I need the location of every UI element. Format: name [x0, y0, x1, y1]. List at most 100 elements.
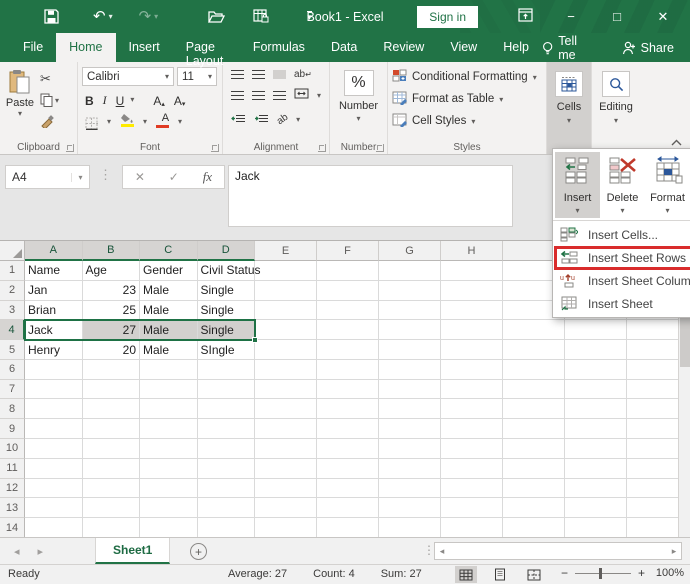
- editing-dropdown-icon[interactable]: ▾: [614, 116, 618, 125]
- cell-C5[interactable]: Male: [140, 340, 198, 360]
- cell-D12[interactable]: [198, 479, 256, 499]
- cell-B1[interactable]: Age: [83, 261, 141, 281]
- format-cells-button[interactable]: Format▾: [645, 152, 690, 218]
- merge-dropdown-icon[interactable]: ▾: [317, 91, 321, 100]
- style-dropdown-icon[interactable]: ▾: [499, 95, 503, 104]
- cell-H5[interactable]: [441, 340, 503, 360]
- cell-F8[interactable]: [317, 399, 379, 419]
- increase-font-size-icon[interactable]: A▴: [150, 91, 168, 108]
- borders-icon[interactable]: [82, 113, 101, 130]
- horizontal-scrollbar[interactable]: ◂ ▸: [434, 542, 682, 560]
- cell-E6[interactable]: [255, 360, 317, 380]
- merge-center-icon[interactable]: [294, 86, 309, 104]
- cell-B10[interactable]: [83, 439, 141, 459]
- cell-A13[interactable]: [25, 498, 83, 518]
- paste-button[interactable]: Paste ▾: [0, 66, 40, 154]
- table-lock-icon[interactable]: [253, 9, 269, 24]
- next-sheet-icon[interactable]: ▸: [38, 545, 44, 558]
- zoom-slider[interactable]: [575, 573, 631, 574]
- cell-G10[interactable]: [379, 439, 441, 459]
- cell-G11[interactable]: [379, 459, 441, 479]
- cell-G2[interactable]: [379, 281, 441, 301]
- cell-C7[interactable]: [140, 380, 198, 400]
- tab-formulas[interactable]: Formulas: [240, 33, 318, 62]
- cell-H11[interactable]: [441, 459, 503, 479]
- cell-B7[interactable]: [83, 380, 141, 400]
- cell-D10[interactable]: [198, 439, 256, 459]
- cell-G7[interactable]: [379, 380, 441, 400]
- cell-A11[interactable]: [25, 459, 83, 479]
- tab-insert[interactable]: Insert: [116, 33, 173, 62]
- cell-C4[interactable]: Male: [140, 320, 198, 340]
- cell-A4[interactable]: Jack: [25, 320, 83, 340]
- cell-D6[interactable]: [198, 360, 256, 380]
- tab-view[interactable]: View: [437, 33, 490, 62]
- align-left-icon[interactable]: [231, 91, 244, 100]
- cell-H7[interactable]: [441, 380, 503, 400]
- cell-G1[interactable]: [379, 261, 441, 281]
- cell-A6[interactable]: [25, 360, 83, 380]
- row-header-5[interactable]: 5: [0, 340, 25, 360]
- cell-C13[interactable]: [140, 498, 198, 518]
- zoom-in-icon[interactable]: +: [638, 566, 645, 580]
- cell-A8[interactable]: [25, 399, 83, 419]
- cell-E8[interactable]: [255, 399, 317, 419]
- delete-cells-button[interactable]: Delete▾: [600, 152, 645, 218]
- number-group-label-button[interactable]: Number: [339, 100, 378, 112]
- cell-F9[interactable]: [317, 419, 379, 439]
- save-icon[interactable]: [44, 9, 59, 24]
- cell-B12[interactable]: [83, 479, 141, 499]
- cell-H12[interactable]: [441, 479, 503, 499]
- copy-icon[interactable]: ▾: [40, 92, 59, 108]
- cell-D13[interactable]: [198, 498, 256, 518]
- cell-H14[interactable]: [441, 518, 503, 538]
- cell-H2[interactable]: [441, 281, 503, 301]
- style-dropdown-icon[interactable]: ▾: [471, 117, 475, 126]
- font-color-icon[interactable]: A: [153, 113, 172, 130]
- percent-style-button[interactable]: %: [344, 70, 374, 96]
- cell-C10[interactable]: [140, 439, 198, 459]
- bold-button[interactable]: B: [82, 91, 97, 108]
- cell-A3[interactable]: Brian: [25, 301, 83, 321]
- cell-E13[interactable]: [255, 498, 317, 518]
- number-dropdown-icon[interactable]: ▾: [356, 114, 360, 123]
- cell-F14[interactable]: [317, 518, 379, 538]
- increase-indent-icon[interactable]: [254, 110, 269, 128]
- tab-home[interactable]: Home: [56, 33, 115, 62]
- cell-D11[interactable]: [198, 459, 256, 479]
- zoom-slider-thumb[interactable]: [599, 568, 602, 579]
- cell-F13[interactable]: [317, 498, 379, 518]
- row-header-3[interactable]: 3: [0, 301, 25, 321]
- style-button-format-as-table[interactable]: Format as Table▾: [392, 88, 546, 110]
- cell-D7[interactable]: [198, 380, 256, 400]
- row-header-4[interactable]: 4: [0, 320, 25, 340]
- cell-H3[interactable]: [441, 301, 503, 321]
- close-button[interactable]: ✕: [648, 9, 678, 25]
- cell-B6[interactable]: [83, 360, 141, 380]
- alignment-dialog-launcher-icon[interactable]: [318, 144, 326, 152]
- ribbon-display-options-icon[interactable]: [510, 8, 540, 25]
- cell-E12[interactable]: [255, 479, 317, 499]
- cell-E7[interactable]: [255, 380, 317, 400]
- orientation-dropdown-icon[interactable]: ▾: [296, 115, 300, 124]
- select-all-corner[interactable]: [0, 241, 25, 261]
- menu-item-insert-sheet-columns[interactable]: uuInsert Sheet Columns: [553, 269, 690, 292]
- tab-file[interactable]: File: [10, 33, 56, 62]
- tab-page-layout[interactable]: Page Layout: [173, 33, 240, 62]
- row-header-6[interactable]: 6: [0, 360, 25, 380]
- menu-item-insert-sheet[interactable]: Insert Sheet: [553, 292, 690, 315]
- cell-F5[interactable]: [317, 340, 379, 360]
- cell-F10[interactable]: [317, 439, 379, 459]
- cell-A12[interactable]: [25, 479, 83, 499]
- tab-help[interactable]: Help: [490, 33, 542, 62]
- cell-C8[interactable]: [140, 399, 198, 419]
- bottom-align-icon[interactable]: [273, 70, 286, 79]
- clipboard-dialog-launcher-icon[interactable]: [66, 144, 74, 152]
- row-header-1[interactable]: 1: [0, 261, 25, 281]
- cell-A14[interactable]: [25, 518, 83, 538]
- cell-F7[interactable]: [317, 380, 379, 400]
- cell-B13[interactable]: [83, 498, 141, 518]
- style-button-conditional-formatting[interactable]: Conditional Formatting▾: [392, 66, 546, 88]
- page-break-view-icon[interactable]: [523, 566, 545, 583]
- cell-H10[interactable]: [441, 439, 503, 459]
